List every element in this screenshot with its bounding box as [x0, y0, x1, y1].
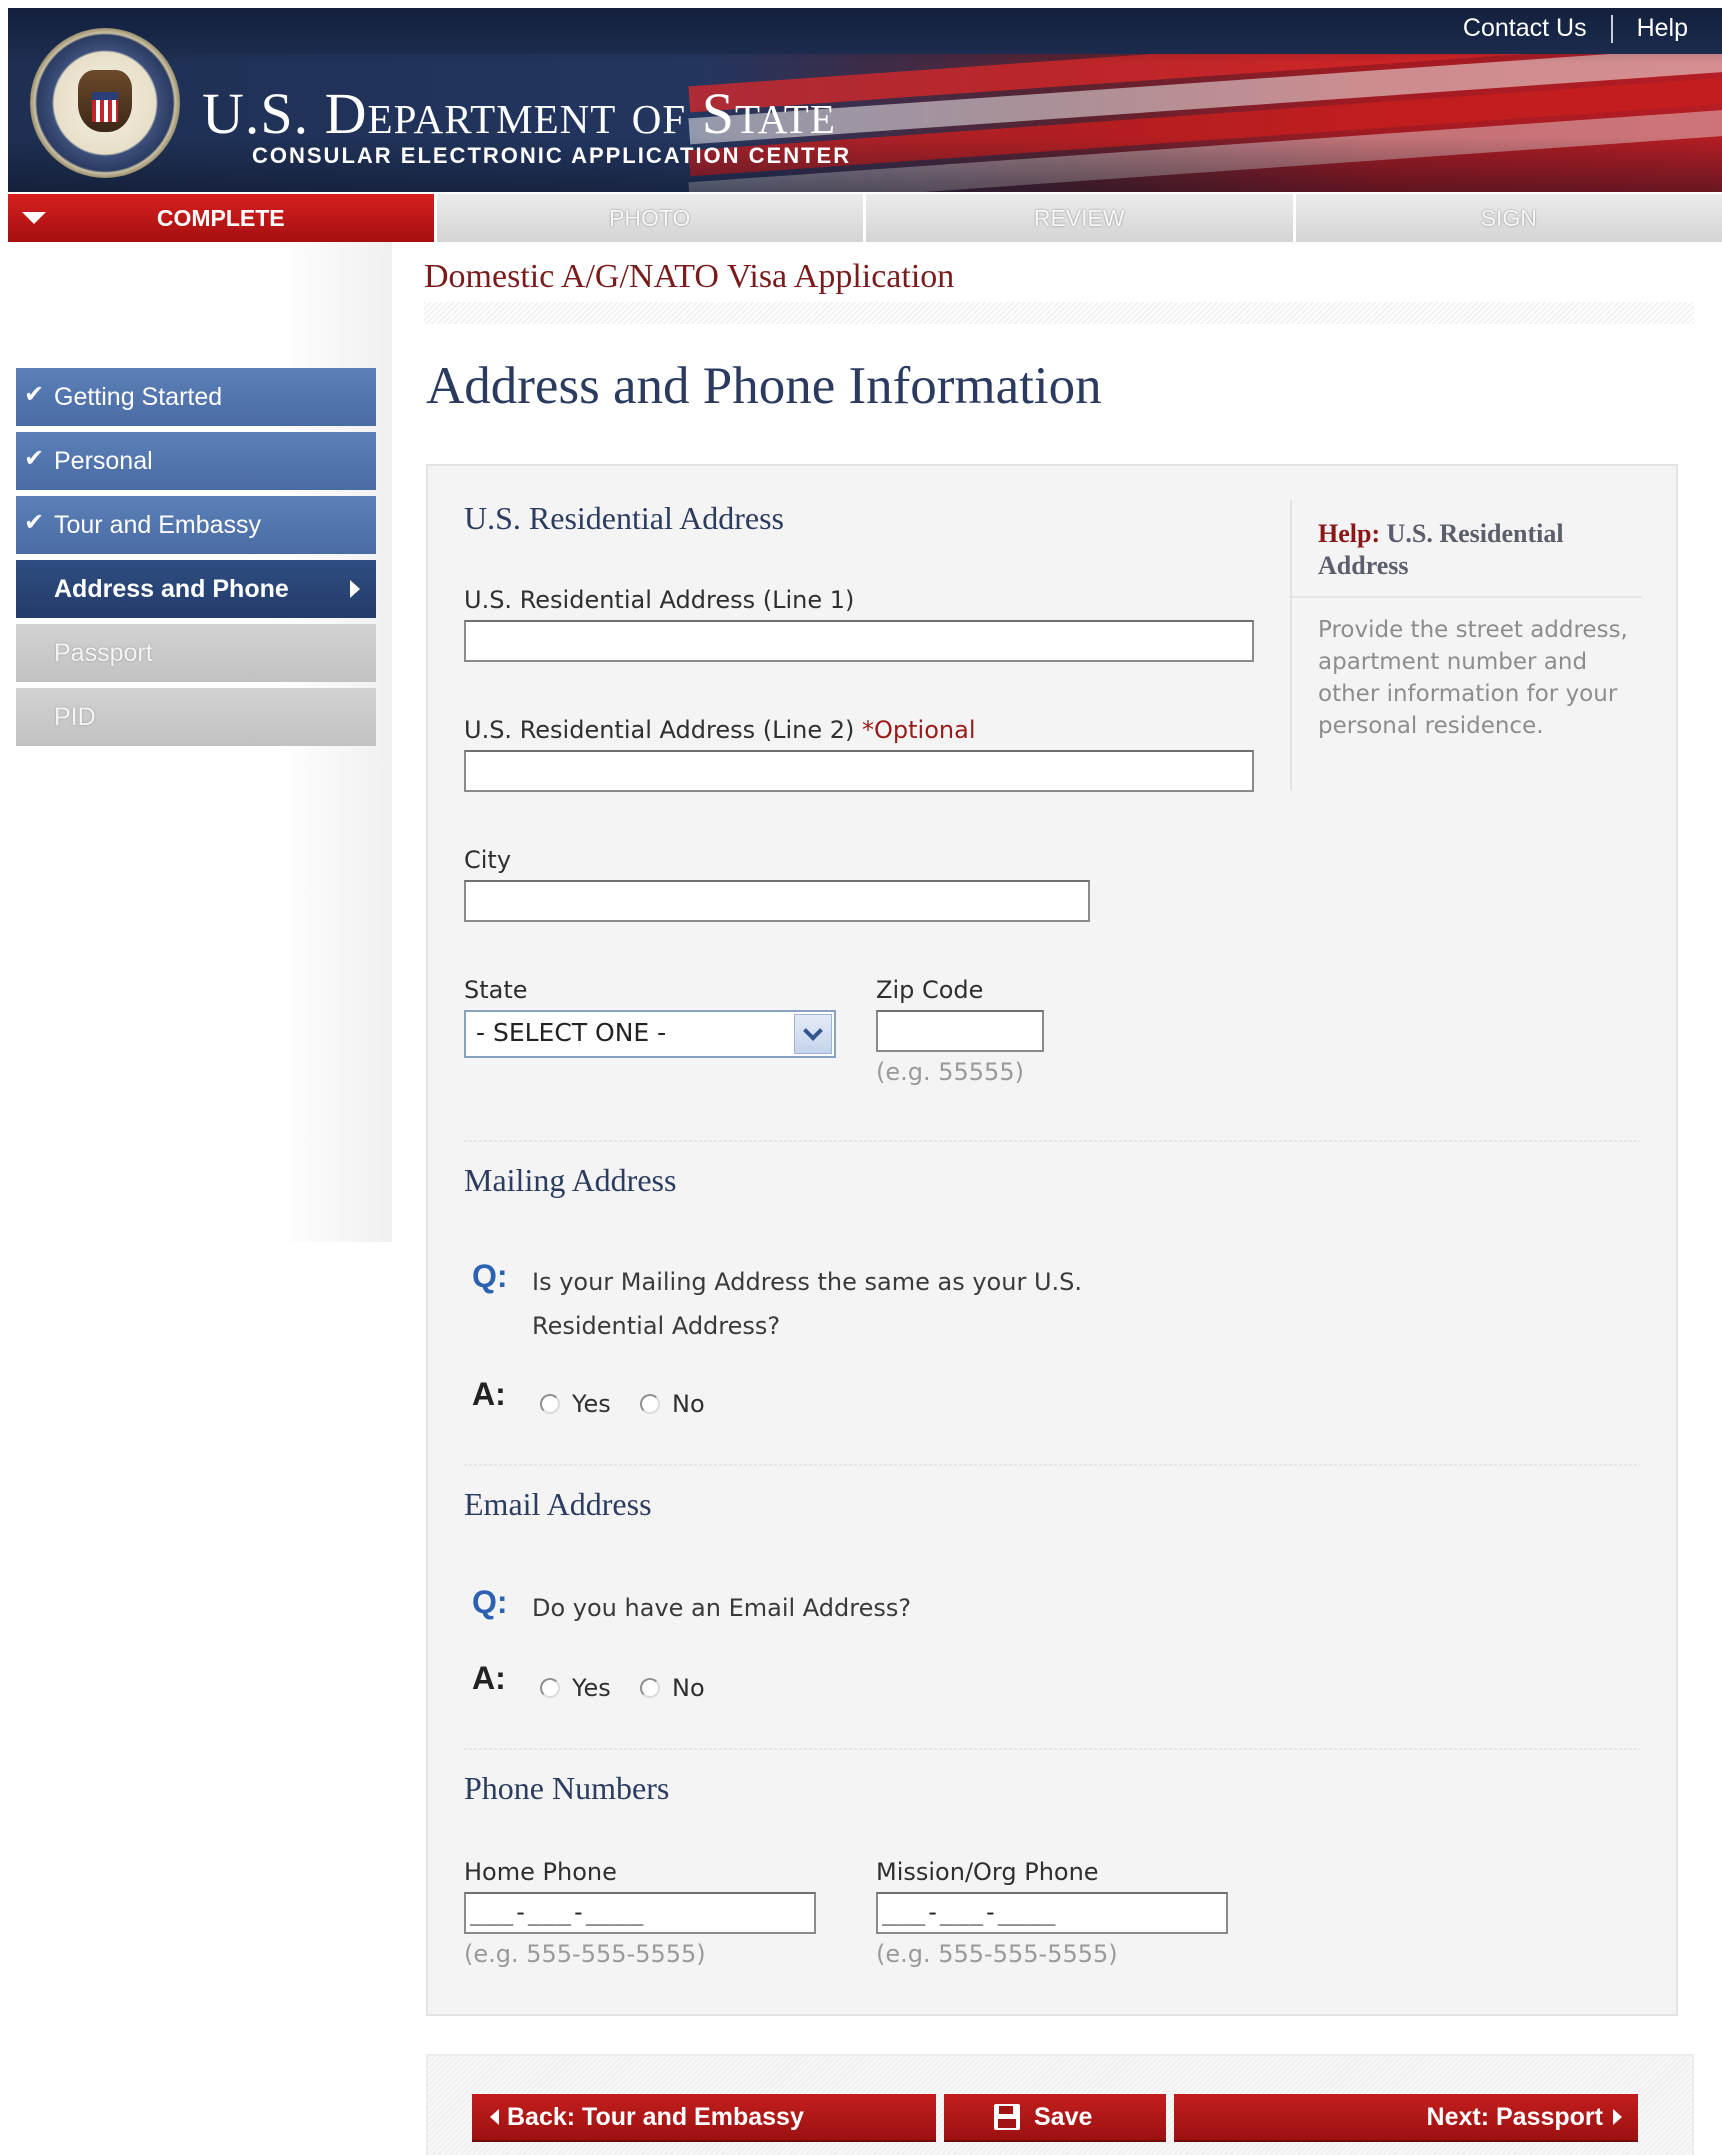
department-subtitle: CONSULAR ELECTRONIC APPLICATION CENTER	[252, 143, 852, 168]
address-line1-input[interactable]	[464, 620, 1254, 662]
sidebar-nav: ✔ Getting Started ✔ Personal ✔ Tour and …	[16, 368, 376, 752]
home-phone-input[interactable]: ___-___-____	[464, 1892, 816, 1934]
phone-numbers-heading: Phone Numbers	[464, 1770, 670, 1806]
help-text: Provide the street address, apartment nu…	[1318, 617, 1628, 739]
mailing-same-yes-radio[interactable]	[540, 1394, 560, 1414]
checkmark-icon: ✔	[24, 381, 45, 408]
mailing-question-line1: Is your Mailing Address the same as your…	[532, 1268, 1082, 1296]
help-link[interactable]: Help	[1637, 14, 1688, 43]
city-label: City	[464, 846, 512, 874]
state-label: State	[464, 976, 528, 1004]
mailing-same-yes-label[interactable]: Yes	[572, 1390, 611, 1418]
sidebar-item-label: Getting Started	[54, 382, 223, 411]
step-tab-review: REVIEW	[863, 194, 1293, 242]
sidebar-item-passport: Passport	[16, 624, 376, 682]
mailing-same-no-radio[interactable]	[640, 1394, 660, 1414]
back-button-label: Back: Tour and Embassy	[507, 2102, 804, 2131]
mailing-question-line2: Residential Address?	[532, 1312, 781, 1340]
caret-down-icon	[22, 212, 46, 224]
step-tab-photo: PHOTO	[433, 194, 863, 242]
dropdown-button[interactable]	[794, 1014, 832, 1054]
help-title: Help: U.S. Residential Address	[1318, 518, 1618, 582]
step-tabs: COMPLETE PHOTO REVIEW SIGN	[8, 194, 1722, 242]
step-tab-sign: SIGN	[1292, 194, 1722, 242]
caret-right-icon	[350, 580, 360, 598]
header-links: Contact Us Help	[1463, 14, 1688, 44]
mission-phone-input[interactable]: ___-___-____	[876, 1892, 1228, 1934]
section-divider	[464, 1464, 1640, 1466]
optional-marker: *Optional	[862, 716, 976, 744]
section-divider	[464, 1140, 1640, 1142]
sidebar-item-personal[interactable]: ✔ Personal	[16, 432, 376, 490]
title-divider	[424, 302, 1694, 324]
sidebar-item-address-and-phone[interactable]: Address and Phone	[16, 560, 376, 618]
address-line2-label-text: U.S. Residential Address (Line 2)	[464, 716, 855, 744]
step-tab-label: PHOTO	[609, 204, 691, 231]
shield-icon	[92, 92, 118, 122]
email-no-radio[interactable]	[640, 1678, 660, 1698]
answer-marker: A:	[472, 1660, 506, 1696]
sidebar-item-label: Passport	[54, 638, 153, 667]
residential-address-heading: U.S. Residential Address	[464, 500, 784, 536]
step-tab-label: SIGN	[1480, 204, 1537, 231]
question-marker: Q:	[472, 1584, 508, 1620]
sidebar-item-label: PID	[54, 702, 96, 731]
answer-marker: A:	[472, 1376, 506, 1412]
form-panel: U.S. Residential Address U.S. Residentia…	[426, 464, 1678, 2016]
back-button[interactable]: Back: Tour and Embassy	[472, 2094, 936, 2140]
home-phone-mask: ___-___-____	[470, 1898, 644, 1926]
contact-us-link[interactable]: Contact Us	[1463, 14, 1587, 43]
home-phone-hint: (e.g. 555-555-5555)	[464, 1940, 706, 1968]
sidebar-item-pid: PID	[16, 688, 376, 746]
chevron-down-icon	[803, 1021, 823, 1041]
caret-left-icon	[490, 2109, 499, 2125]
city-input[interactable]	[464, 880, 1090, 922]
email-question: Do you have an Email Address?	[532, 1594, 912, 1622]
email-no-label[interactable]: No	[672, 1674, 705, 1702]
help-divider	[1292, 596, 1642, 598]
mailing-question: Is your Mailing Address the same as your…	[532, 1260, 1212, 1348]
zip-code-label: Zip Code	[876, 976, 984, 1004]
zip-code-hint: (e.g. 55555)	[876, 1058, 1024, 1086]
help-panel: Help: U.S. Residential Address Provide t…	[1290, 500, 1650, 790]
mailing-address-heading: Mailing Address	[464, 1162, 677, 1198]
sidebar-item-label: Tour and Embassy	[54, 510, 262, 539]
zip-code-input[interactable]	[876, 1010, 1044, 1052]
caret-right-icon	[1613, 2109, 1622, 2125]
home-phone-label: Home Phone	[464, 1858, 617, 1886]
checkmark-icon: ✔	[24, 509, 45, 536]
question-marker: Q:	[472, 1258, 508, 1294]
address-line2-label: U.S. Residential Address (Line 2) *Optio…	[464, 716, 976, 744]
sidebar-item-label: Address and Phone	[54, 574, 289, 603]
step-tab-complete[interactable]: COMPLETE	[8, 194, 434, 242]
mission-phone-label: Mission/Org Phone	[876, 1858, 1099, 1886]
sidebar-item-label: Personal	[54, 446, 153, 475]
checkmark-icon: ✔	[24, 445, 45, 472]
state-select-value: - SELECT ONE -	[476, 1018, 667, 1047]
save-button-label: Save	[1034, 2102, 1093, 2131]
address-line1-label: U.S. Residential Address (Line 1)	[464, 586, 855, 614]
department-title: U.S. Department of State	[202, 81, 836, 146]
next-button[interactable]: Next: Passport	[1174, 2094, 1638, 2140]
sidebar-item-getting-started[interactable]: ✔ Getting Started	[16, 368, 376, 426]
save-button[interactable]: Save	[944, 2094, 1166, 2140]
application-title: Domestic A/G/NATO Visa Application	[424, 258, 955, 295]
sidebar-item-tour-and-embassy[interactable]: ✔ Tour and Embassy	[16, 496, 376, 554]
address-line2-input[interactable]	[464, 750, 1254, 792]
email-yes-label[interactable]: Yes	[572, 1674, 611, 1702]
next-button-label: Next: Passport	[1426, 2102, 1603, 2131]
link-separator	[1610, 15, 1613, 44]
email-address-heading: Email Address	[464, 1486, 652, 1522]
help-prefix: Help:	[1318, 519, 1381, 548]
section-divider	[464, 1748, 1640, 1750]
mission-phone-hint: (e.g. 555-555-5555)	[876, 1940, 1118, 1968]
mailing-same-no-label[interactable]: No	[672, 1390, 705, 1418]
step-tab-label: REVIEW	[1033, 204, 1125, 231]
state-select[interactable]: - SELECT ONE -	[464, 1010, 836, 1058]
save-disk-icon	[994, 2104, 1020, 2130]
email-yes-radio[interactable]	[540, 1678, 560, 1698]
step-tab-label: COMPLETE	[156, 204, 285, 231]
mission-phone-mask: ___-___-____	[882, 1898, 1056, 1926]
page-title: Address and Phone Information	[426, 357, 1102, 415]
